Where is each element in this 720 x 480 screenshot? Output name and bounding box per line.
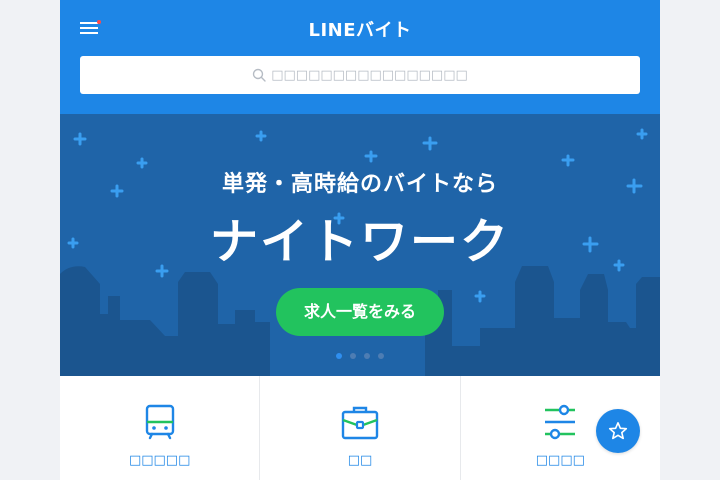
- carousel-dot[interactable]: [336, 353, 342, 359]
- category-label: □□□□□: [128, 453, 191, 468]
- filter-sliders-icon: [545, 404, 576, 440]
- category-label: □□□□: [535, 453, 585, 468]
- train-icon: [145, 404, 174, 440]
- search-placeholder: □□□□□□□□□□□□□□□□: [271, 67, 468, 83]
- carousel-dot[interactable]: [350, 353, 356, 359]
- category-train-line[interactable]: □□□□□: [60, 376, 261, 480]
- favorites-button[interactable]: [596, 409, 640, 453]
- briefcase-icon: [341, 406, 379, 440]
- category-label: □□: [347, 453, 373, 468]
- star-icon: [608, 422, 628, 440]
- app-logo[interactable]: LINEバイト: [60, 16, 660, 42]
- banner-title: ナイトワーク: [209, 214, 510, 270]
- category-nav: □□□□□ □□ □□□□: [60, 376, 660, 480]
- header: LINEバイト □□□□□□□□□□□□□□□□: [60, 0, 660, 114]
- view-job-list-button[interactable]: 求人一覧をみる: [276, 288, 444, 336]
- category-job-type[interactable]: □□: [260, 376, 461, 480]
- search-input[interactable]: □□□□□□□□□□□□□□□□: [80, 56, 640, 94]
- carousel-dot[interactable]: [364, 353, 370, 359]
- carousel-pagination: [60, 353, 660, 361]
- carousel-dot[interactable]: [378, 353, 384, 359]
- promo-banner[interactable]: 単発・高時給のバイトなら ナイトワーク 求人一覧をみる: [60, 114, 660, 376]
- app-frame: LINEバイト □□□□□□□□□□□□□□□□ 単発・高時給のバイトなら ナイ…: [60, 0, 660, 480]
- banner-subtitle: 単発・高時給のバイトなら: [221, 172, 498, 197]
- search-icon: [253, 68, 266, 82]
